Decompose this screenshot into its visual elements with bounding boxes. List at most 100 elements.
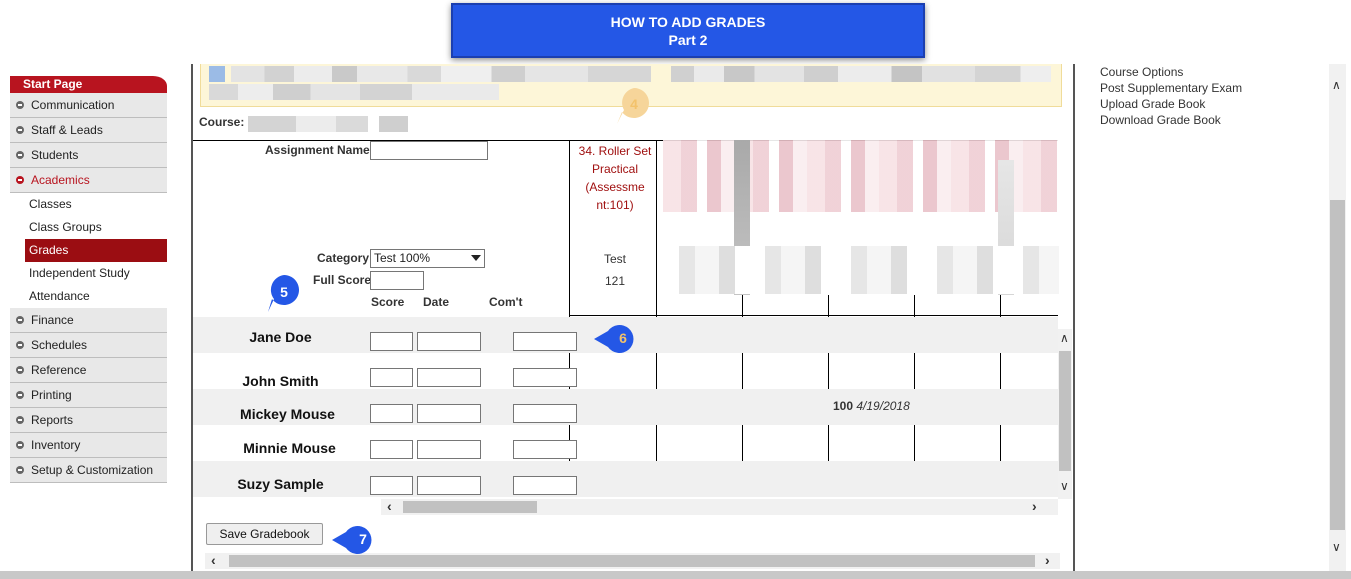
student-name: Mickey Mouse bbox=[240, 406, 335, 422]
grade-score: 100 bbox=[833, 399, 854, 413]
page-scrollbar[interactable]: ∧ ∨ bbox=[1329, 64, 1346, 571]
banner-subtitle: Part 2 bbox=[668, 32, 708, 48]
grade-cell-value[interactable]: 100 4/19/2018 bbox=[833, 399, 910, 413]
callout-marker-6: 6 bbox=[594, 318, 634, 358]
assignment-category: Test bbox=[603, 252, 626, 266]
assignment-name-input[interactable] bbox=[370, 141, 488, 160]
sidebar-subitem-classes[interactable]: Classes bbox=[10, 193, 167, 216]
sidebar-item-reports[interactable]: Reports bbox=[10, 408, 167, 433]
comment-input[interactable] bbox=[513, 440, 577, 459]
grid-vertical-scrollbar[interactable]: ∧ ∨ bbox=[1058, 329, 1072, 499]
score-input[interactable] bbox=[370, 476, 413, 495]
sidebar-item-label: Reports bbox=[31, 413, 74, 427]
grid-horizontal-scrollbar-thumb[interactable] bbox=[403, 501, 537, 513]
scroll-up-icon[interactable]: ∧ bbox=[1332, 78, 1341, 92]
sidebar-item-label: Setup & Customization bbox=[31, 463, 154, 477]
sidebar-item-label: Staff & Leads bbox=[31, 123, 103, 137]
redacted-block bbox=[231, 66, 651, 82]
sidebar-item-inventory[interactable]: Inventory bbox=[10, 433, 167, 458]
student-name: Suzy Sample bbox=[237, 476, 324, 492]
course-label: Course: bbox=[199, 115, 245, 129]
scroll-left-icon[interactable]: ‹ bbox=[211, 552, 216, 568]
download-grade-book-link[interactable]: Download Grade Book bbox=[1100, 112, 1242, 128]
sidebar-item-label: Students bbox=[31, 148, 79, 162]
bullet-icon bbox=[16, 151, 24, 159]
sidebar-item-finance[interactable]: Finance bbox=[10, 308, 167, 333]
bullet-icon bbox=[16, 416, 24, 424]
page-scrollbar-thumb[interactable] bbox=[1330, 200, 1345, 530]
comment-input[interactable] bbox=[513, 332, 577, 351]
sidebar-subitem-grades[interactable]: Grades bbox=[25, 239, 167, 262]
bullet-icon bbox=[16, 101, 24, 109]
bullet-icon bbox=[16, 441, 24, 449]
sidebar-subitem-independent-study[interactable]: Independent Study bbox=[10, 262, 167, 285]
sidebar-item-label: Communication bbox=[31, 98, 115, 112]
sidebar-item-printing[interactable]: Printing bbox=[10, 383, 167, 408]
comment-column-header: Com't bbox=[489, 295, 523, 309]
student-name: John Smith bbox=[242, 373, 319, 389]
save-gradebook-button[interactable]: Save Gradebook bbox=[206, 523, 323, 545]
sidebar-item-schedules[interactable]: Schedules bbox=[10, 333, 167, 358]
assignment-column-title[interactable]: 34. Roller Set Practical (Assessme nt:10… bbox=[571, 142, 659, 214]
bullet-icon bbox=[16, 341, 24, 349]
marker-number: 5 bbox=[280, 284, 288, 300]
sidebar-subitem-class-groups[interactable]: Class Groups bbox=[10, 216, 167, 239]
comment-input[interactable] bbox=[513, 476, 577, 495]
assignment-full-score: 121 bbox=[604, 274, 626, 288]
course-actions: Course Options Post Supplementary Exam U… bbox=[1100, 64, 1242, 128]
scroll-down-icon[interactable]: ∨ bbox=[1332, 540, 1341, 554]
score-input[interactable] bbox=[370, 368, 413, 387]
start-page-tab[interactable]: Start Page bbox=[10, 76, 167, 93]
scroll-down-icon[interactable]: ∨ bbox=[1060, 479, 1069, 493]
scroll-left-icon[interactable]: ‹ bbox=[387, 498, 392, 514]
score-column-header: Score bbox=[371, 295, 405, 309]
sidebar-item-students[interactable]: Students bbox=[10, 143, 167, 168]
bullet-icon bbox=[16, 366, 24, 374]
grid-line bbox=[569, 315, 1058, 316]
scroll-right-icon[interactable]: › bbox=[1032, 498, 1037, 514]
score-input[interactable] bbox=[370, 332, 413, 351]
date-column-header: Date bbox=[423, 295, 450, 309]
date-input[interactable] bbox=[417, 476, 481, 495]
date-input[interactable] bbox=[417, 404, 481, 423]
sidebar-item-academics[interactable]: Academics bbox=[10, 168, 167, 193]
sidebar-item-staff-leads[interactable]: Staff & Leads bbox=[10, 118, 167, 143]
page-bottom-bar bbox=[0, 571, 1351, 579]
scroll-right-icon[interactable]: › bbox=[1045, 552, 1050, 568]
chevron-down-icon bbox=[471, 255, 481, 261]
post-supplementary-exam-link[interactable]: Post Supplementary Exam bbox=[1100, 80, 1242, 96]
course-options-link[interactable]: Course Options bbox=[1100, 64, 1242, 80]
grid-vertical-scrollbar-thumb[interactable] bbox=[1059, 351, 1071, 471]
score-input[interactable] bbox=[370, 440, 413, 459]
redacted-block bbox=[209, 66, 225, 82]
redacted-course-name bbox=[248, 116, 408, 132]
bullet-icon bbox=[16, 126, 24, 134]
bullet-icon bbox=[16, 176, 24, 184]
sidebar-item-setup-customization[interactable]: Setup & Customization bbox=[10, 458, 167, 483]
date-input[interactable] bbox=[417, 368, 481, 387]
sidebar-item-label: Reference bbox=[31, 363, 87, 377]
sidebar-item-communication[interactable]: Communication bbox=[10, 93, 167, 118]
date-input[interactable] bbox=[417, 440, 481, 459]
date-input[interactable] bbox=[417, 332, 481, 351]
sidebar-item-label: Schedules bbox=[31, 338, 88, 352]
scroll-up-icon[interactable]: ∧ bbox=[1060, 331, 1069, 345]
comment-input[interactable] bbox=[513, 368, 577, 387]
category-select[interactable]: Test 100% bbox=[370, 249, 485, 268]
assignment-title-line: (Assessme bbox=[585, 180, 645, 194]
bullet-icon bbox=[16, 316, 24, 324]
upload-grade-book-link[interactable]: Upload Grade Book bbox=[1100, 96, 1242, 112]
marker-number: 4 bbox=[630, 96, 638, 112]
score-input[interactable] bbox=[370, 404, 413, 423]
callout-marker-4: 4 bbox=[614, 84, 654, 124]
grid-horizontal-scrollbar[interactable]: ‹ › bbox=[381, 498, 1058, 515]
grade-date: 4/19/2018 bbox=[856, 399, 910, 413]
comment-input[interactable] bbox=[513, 404, 577, 423]
sidebar-item-label: Printing bbox=[31, 388, 72, 402]
bullet-icon bbox=[16, 391, 24, 399]
redacted-block bbox=[671, 66, 1051, 82]
sidebar-item-reference[interactable]: Reference bbox=[10, 358, 167, 383]
banner-title: HOW TO ADD GRADES bbox=[610, 14, 766, 30]
full-score-input[interactable] bbox=[370, 271, 424, 290]
sidebar-subitem-attendance[interactable]: Attendance bbox=[10, 285, 167, 308]
